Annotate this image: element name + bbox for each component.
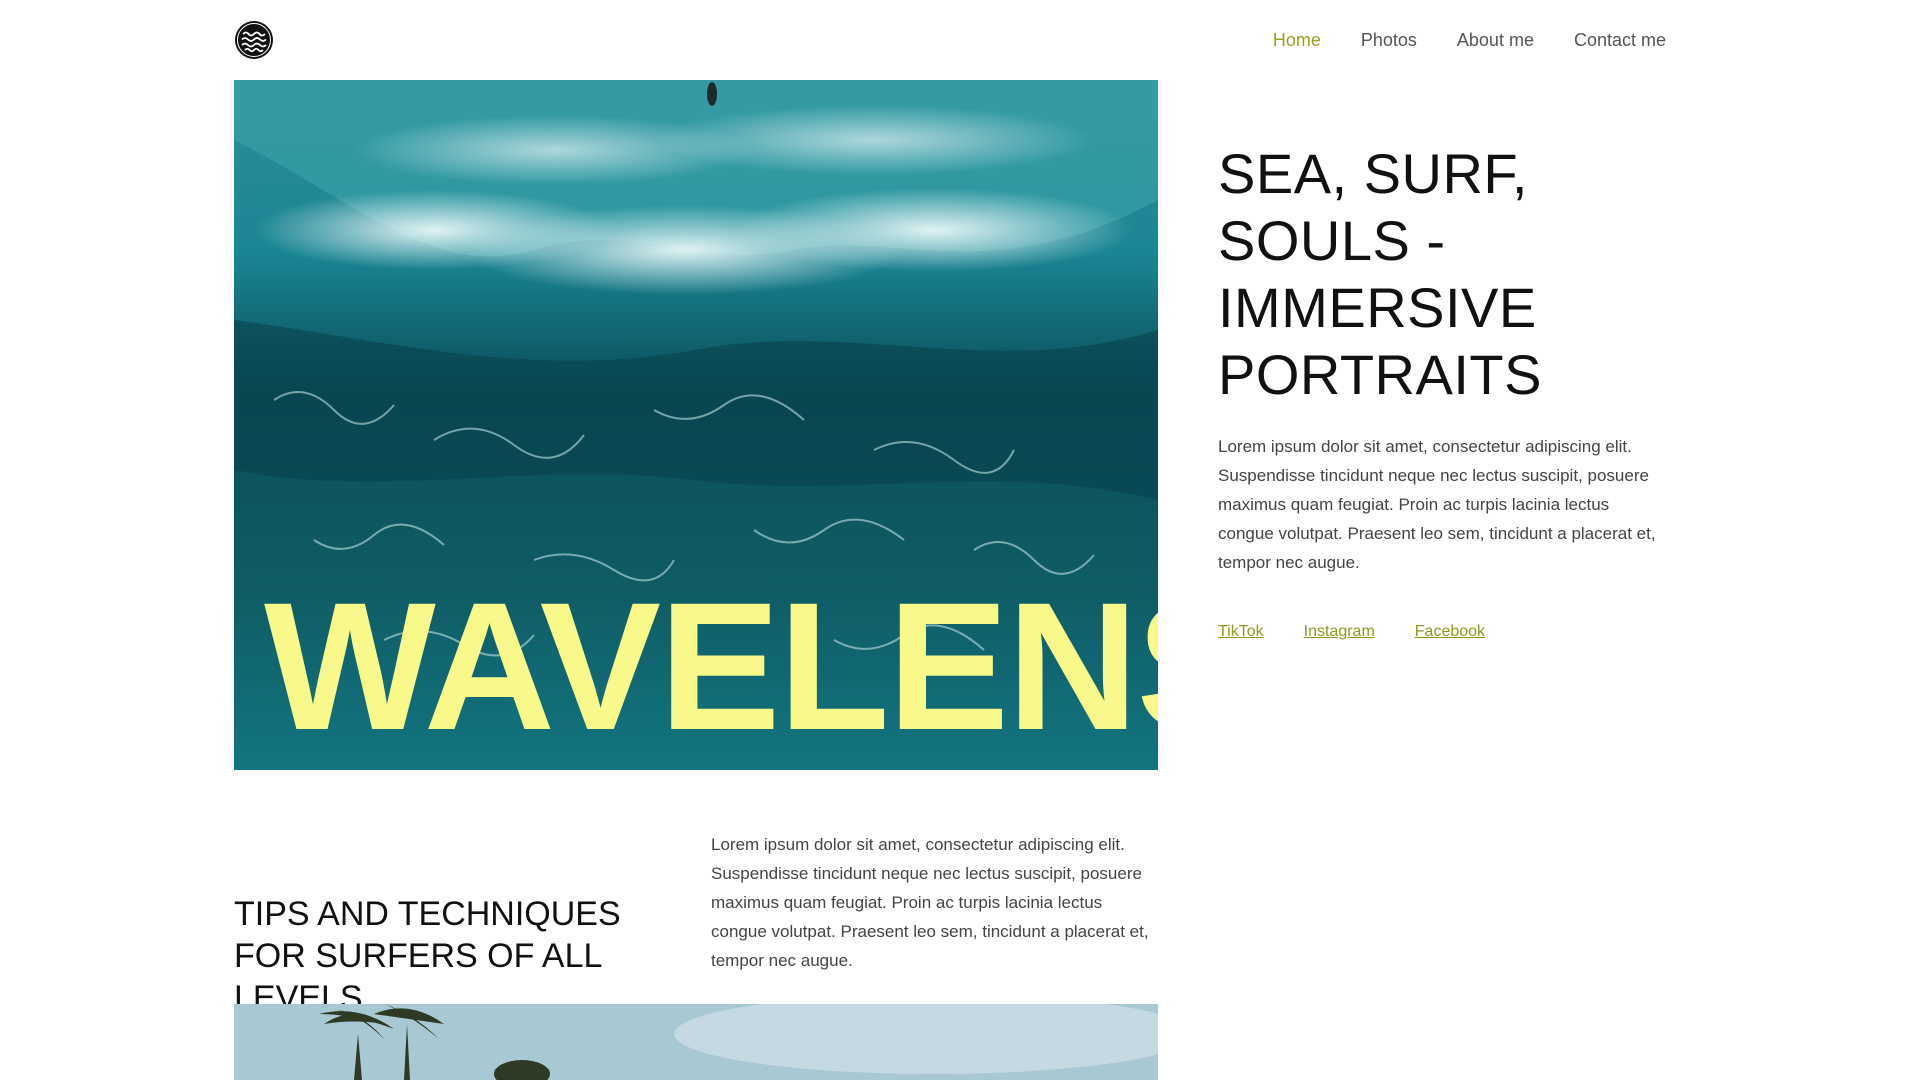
social-links: TikTok Instagram Facebook: [1218, 623, 1668, 641]
nav-contact-me[interactable]: Contact me: [1574, 26, 1666, 54]
hero-title: WAVELENS: [264, 564, 1158, 768]
wave-circle-logo-icon[interactable]: [234, 20, 274, 60]
palm-trees-photo: [234, 1004, 1158, 1080]
nav-photos[interactable]: Photos: [1361, 26, 1417, 54]
nav-home[interactable]: Home: [1273, 26, 1321, 54]
intro-text: Lorem ipsum dolor sit amet, consectetur …: [1218, 437, 1656, 572]
intro-section: SEA, SURF, SOULS - IMMERSIVE PORTRAITS L…: [1218, 140, 1668, 641]
main-nav: Home Photos About me Contact me: [1273, 26, 1666, 54]
tips-title: TIPS AND TECHNIQUES FOR SURFERS OF ALL L…: [234, 895, 621, 1017]
page: Home Photos About me Contact me WAVELENS…: [0, 0, 1920, 1080]
social-link-facebook[interactable]: Facebook: [1415, 623, 1485, 641]
intro-title: SEA, SURF, SOULS - IMMERSIVE PORTRAITS: [1218, 142, 1542, 406]
hero-image: WAVELENS: [234, 80, 1158, 770]
social-link-tiktok[interactable]: TikTok: [1218, 623, 1264, 641]
tips-text: Lorem ipsum dolor sit amet, consectetur …: [711, 835, 1149, 970]
nav-about-me[interactable]: About me: [1457, 26, 1534, 54]
social-link-instagram[interactable]: Instagram: [1304, 623, 1375, 641]
